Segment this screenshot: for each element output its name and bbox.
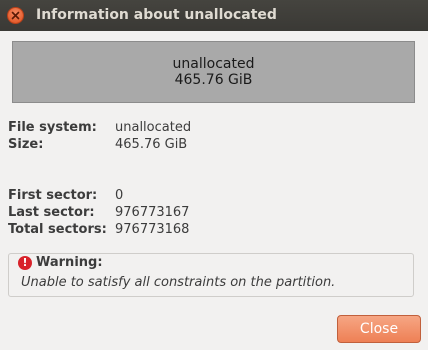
partition-graphic-name: unallocated	[172, 56, 255, 72]
close-window-icon[interactable]	[7, 7, 24, 24]
partition-graphic: unallocated 465.76 GiB	[12, 41, 415, 103]
sector-details: First sector: 0 Last sector: 976773167 T…	[8, 188, 189, 238]
first-sector-label: First sector:	[8, 188, 98, 203]
warning-message: Unable to satisfy all constraints on the…	[21, 275, 336, 290]
size-value: 465.76 GiB	[115, 137, 188, 152]
warning-header: ! Warning:	[18, 255, 106, 270]
file-system-value: unallocated	[115, 120, 192, 135]
dialog-window: Information about unallocated unallocate…	[0, 0, 428, 350]
title-bar[interactable]: Information about unallocated	[0, 0, 428, 31]
window-title: Information about unallocated	[36, 7, 277, 23]
size-label: Size:	[8, 137, 44, 152]
warning-title: Warning:	[36, 255, 103, 270]
total-sectors-label: Total sectors:	[8, 222, 107, 237]
first-sector-value: 0	[115, 188, 124, 203]
file-system-label: File system:	[8, 120, 97, 135]
last-sector-label: Last sector:	[8, 205, 95, 220]
total-sectors-value: 976773168	[115, 222, 190, 237]
last-sector-value: 976773167	[115, 205, 190, 220]
partition-details: File system: unallocated Size: 465.76 Gi…	[8, 120, 191, 153]
partition-graphic-size: 465.76 GiB	[174, 72, 253, 88]
error-icon: !	[18, 255, 32, 270]
warning-frame: ! Warning: Unable to satisfy all constra…	[8, 253, 414, 297]
close-button[interactable]: Close	[337, 315, 421, 343]
